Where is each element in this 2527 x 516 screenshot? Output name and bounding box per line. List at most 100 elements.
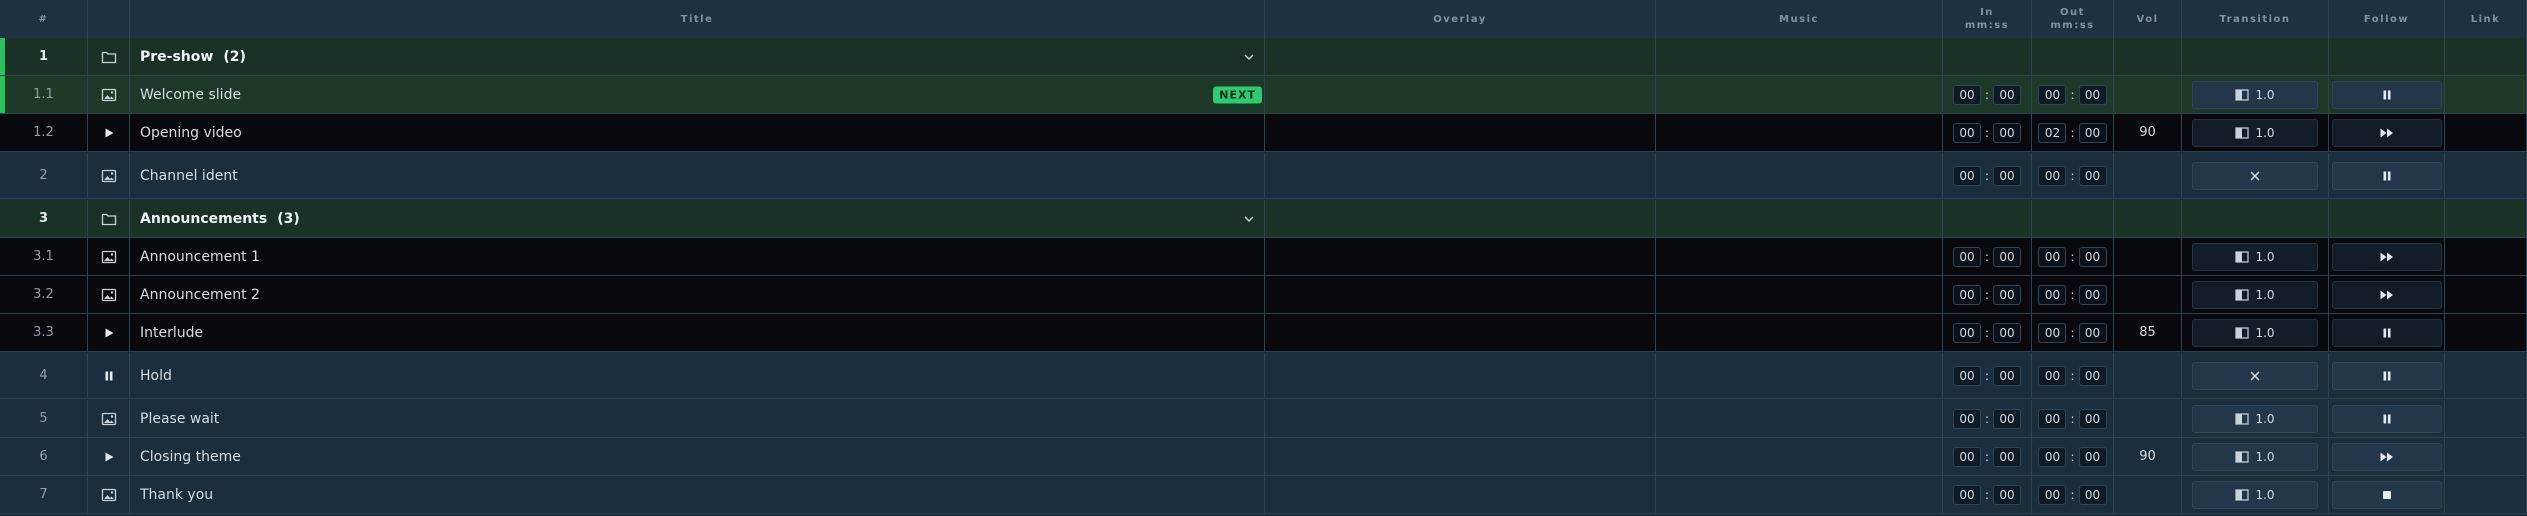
out-seconds-input[interactable]: 00: [2078, 322, 2107, 343]
title-cell[interactable]: Welcome slide NEXT: [130, 76, 1265, 113]
link-cell[interactable]: [2445, 400, 2527, 437]
overlay-cell[interactable]: [1265, 476, 1656, 513]
table-row[interactable]: 3.1 Announcement 1 00 : 00 00 : 00 1.0: [0, 238, 2527, 276]
table-row[interactable]: 3.2 Announcement 2 00 : 00 00 : 00 1.0: [0, 276, 2527, 314]
link-cell[interactable]: [2445, 153, 2527, 198]
out-minutes-input[interactable]: 02: [2038, 122, 2067, 143]
title-cell[interactable]: Announcements (3): [130, 200, 1265, 237]
transition-button[interactable]: 1.0: [2192, 118, 2318, 147]
out-seconds-input[interactable]: 00: [2078, 408, 2107, 429]
link-cell[interactable]: [2445, 314, 2527, 351]
header-volume[interactable]: Vol: [2114, 0, 2182, 38]
in-seconds-input[interactable]: 00: [1993, 484, 2022, 505]
table-row[interactable]: 7 Thank you 00 : 00 00 : 00 1.0: [0, 476, 2527, 514]
out-minutes-input[interactable]: 00: [2038, 246, 2067, 267]
out-seconds-input[interactable]: 00: [2078, 446, 2107, 467]
link-cell[interactable]: [2445, 476, 2527, 513]
out-minutes-input[interactable]: 00: [2038, 322, 2067, 343]
in-minutes-input[interactable]: 00: [1952, 84, 1981, 105]
overlay-cell[interactable]: [1265, 153, 1656, 198]
overlay-cell[interactable]: [1265, 353, 1656, 398]
overlay-cell[interactable]: [1265, 76, 1656, 113]
music-cell[interactable]: [1656, 353, 1943, 398]
overlay-cell[interactable]: [1265, 400, 1656, 437]
title-cell[interactable]: Hold: [130, 353, 1265, 398]
overlay-cell[interactable]: [1265, 114, 1656, 151]
follow-button[interactable]: [2331, 480, 2442, 509]
link-cell[interactable]: [2445, 238, 2527, 275]
header-in[interactable]: In mm:ss: [1943, 0, 2032, 38]
overlay-cell[interactable]: [1265, 200, 1656, 237]
title-cell[interactable]: Interlude: [130, 314, 1265, 351]
music-cell[interactable]: [1656, 276, 1943, 313]
in-minutes-input[interactable]: 00: [1952, 165, 1981, 186]
overlay-cell[interactable]: [1265, 276, 1656, 313]
title-cell[interactable]: Closing theme: [130, 438, 1265, 475]
follow-button[interactable]: [2331, 242, 2442, 271]
volume-cell[interactable]: [2114, 400, 2182, 437]
in-minutes-input[interactable]: 00: [1952, 365, 1981, 386]
volume-cell[interactable]: [2114, 76, 2182, 113]
in-minutes-input[interactable]: 00: [1952, 122, 1981, 143]
follow-button[interactable]: [2331, 318, 2442, 347]
volume-cell[interactable]: 90: [2114, 114, 2182, 151]
out-seconds-input[interactable]: 00: [2078, 284, 2107, 305]
title-cell[interactable]: Announcement 2: [130, 276, 1265, 313]
overlay-cell[interactable]: [1265, 314, 1656, 351]
transition-button[interactable]: 1.0: [2192, 80, 2318, 109]
table-row[interactable]: 1.1 Welcome slide NEXT 00 : 00 00 : 00 1.0: [0, 76, 2527, 114]
music-cell[interactable]: [1656, 38, 1943, 75]
music-cell[interactable]: [1656, 200, 1943, 237]
volume-cell[interactable]: [2114, 353, 2182, 398]
in-minutes-input[interactable]: 00: [1952, 284, 1981, 305]
header-out[interactable]: Out mm:ss: [2032, 0, 2114, 38]
title-cell[interactable]: Thank you: [130, 476, 1265, 513]
transition-button[interactable]: 1.0: [2192, 280, 2318, 309]
out-seconds-input[interactable]: 00: [2078, 165, 2107, 186]
link-cell[interactable]: [2445, 353, 2527, 398]
volume-cell[interactable]: [2114, 276, 2182, 313]
table-row[interactable]: 5 Please wait 00 : 00 00 : 00 1.0: [0, 400, 2527, 438]
in-minutes-input[interactable]: 00: [1952, 246, 1981, 267]
table-row[interactable]: 4 Hold 00 : 00 00 : 00: [0, 353, 2527, 399]
out-minutes-input[interactable]: 00: [2038, 484, 2067, 505]
link-cell[interactable]: [2445, 438, 2527, 475]
out-seconds-input[interactable]: 00: [2078, 365, 2107, 386]
header-music[interactable]: Music: [1656, 0, 1943, 38]
follow-button[interactable]: [2331, 118, 2442, 147]
follow-button[interactable]: [2331, 161, 2442, 190]
transition-button[interactable]: [2192, 161, 2318, 190]
out-minutes-input[interactable]: 00: [2038, 408, 2067, 429]
music-cell[interactable]: [1656, 314, 1943, 351]
in-seconds-input[interactable]: 00: [1993, 122, 2022, 143]
volume-cell[interactable]: 90: [2114, 438, 2182, 475]
out-minutes-input[interactable]: 00: [2038, 284, 2067, 305]
follow-button[interactable]: [2331, 404, 2442, 433]
follow-button[interactable]: [2331, 442, 2442, 471]
out-minutes-input[interactable]: 00: [2038, 165, 2067, 186]
transition-button[interactable]: [2192, 361, 2318, 390]
group-row[interactable]: 3 Announcements (3): [0, 200, 2527, 238]
table-row[interactable]: 1.2 Opening video 00 : 00 02 : 00 90 1.0: [0, 114, 2527, 152]
out-seconds-input[interactable]: 00: [2078, 484, 2107, 505]
music-cell[interactable]: [1656, 400, 1943, 437]
transition-button[interactable]: 1.0: [2192, 480, 2318, 509]
in-minutes-input[interactable]: 00: [1952, 408, 1981, 429]
in-seconds-input[interactable]: 00: [1993, 365, 2022, 386]
overlay-cell[interactable]: [1265, 438, 1656, 475]
table-row[interactable]: 2 Channel ident 00 : 00 00 : 00: [0, 153, 2527, 199]
in-seconds-input[interactable]: 00: [1993, 408, 2022, 429]
transition-button[interactable]: 1.0: [2192, 242, 2318, 271]
music-cell[interactable]: [1656, 438, 1943, 475]
title-cell[interactable]: Announcement 1: [130, 238, 1265, 275]
link-cell[interactable]: [2445, 276, 2527, 313]
header-number[interactable]: #: [0, 0, 88, 38]
link-cell[interactable]: [2445, 76, 2527, 113]
header-link[interactable]: Link: [2445, 0, 2527, 38]
chevron-down-icon[interactable]: [1242, 212, 1256, 226]
chevron-down-icon[interactable]: [1242, 50, 1256, 64]
title-cell[interactable]: Please wait: [130, 400, 1265, 437]
music-cell[interactable]: [1656, 153, 1943, 198]
out-minutes-input[interactable]: 00: [2038, 446, 2067, 467]
transition-button[interactable]: 1.0: [2192, 442, 2318, 471]
